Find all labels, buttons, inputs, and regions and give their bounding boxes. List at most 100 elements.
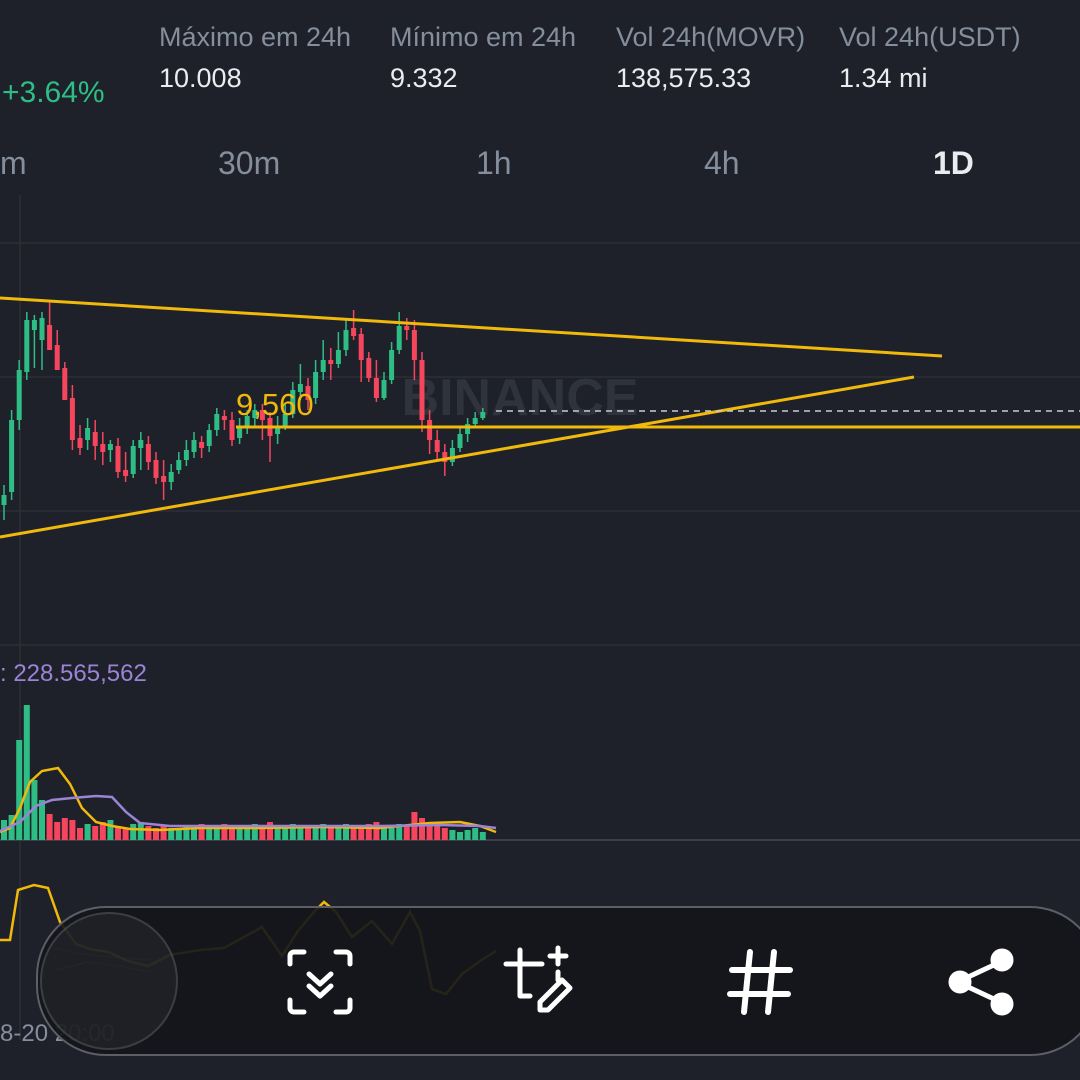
candle-body bbox=[396, 326, 402, 350]
candle-body bbox=[62, 368, 68, 400]
volume-bar bbox=[434, 826, 441, 840]
change-percent: +3.64% bbox=[2, 76, 105, 109]
candle-body bbox=[320, 360, 326, 372]
candle-body bbox=[123, 470, 129, 476]
candle-body bbox=[472, 418, 478, 424]
volume-bar bbox=[441, 828, 448, 840]
candle-body bbox=[358, 334, 364, 360]
candle-body bbox=[153, 460, 159, 478]
candle-body bbox=[130, 446, 136, 474]
candle-body bbox=[411, 330, 417, 360]
volume-bar bbox=[229, 828, 235, 840]
watermark: BINANCE bbox=[402, 369, 639, 427]
candle-body bbox=[199, 442, 205, 448]
candle-body bbox=[145, 444, 151, 462]
hashtag-button[interactable] bbox=[712, 934, 808, 1030]
candle-body bbox=[100, 444, 106, 452]
volume-bar bbox=[464, 830, 471, 840]
candle-body bbox=[183, 450, 189, 460]
volume-bars bbox=[1, 705, 486, 840]
candle-body bbox=[31, 320, 37, 330]
candle-body bbox=[275, 428, 281, 434]
candle-body bbox=[16, 370, 22, 420]
volume-indicator-label: : 228.565,562 bbox=[0, 660, 147, 687]
hashtag-icon bbox=[727, 949, 793, 1015]
volume-bar bbox=[327, 828, 334, 840]
candle-body bbox=[313, 372, 319, 398]
share-icon bbox=[948, 948, 1014, 1016]
volume-bar bbox=[84, 824, 91, 840]
candle-body bbox=[54, 345, 60, 370]
scroll-screenshot-icon bbox=[287, 949, 353, 1015]
volume-bar bbox=[472, 828, 479, 840]
candle-body bbox=[449, 448, 455, 462]
candle-body bbox=[77, 438, 83, 448]
candle-body bbox=[206, 430, 212, 446]
volume-bar bbox=[130, 824, 137, 840]
volume-bar bbox=[16, 740, 23, 840]
volume-bar bbox=[449, 830, 456, 840]
resistance-trendline[interactable] bbox=[0, 296, 943, 358]
tab-interval-1d[interactable]: 1D bbox=[933, 145, 974, 182]
candle-body bbox=[9, 420, 15, 492]
volume-bar bbox=[244, 828, 251, 840]
candle-body bbox=[366, 358, 372, 378]
volume-bar bbox=[23, 705, 30, 840]
candle-body bbox=[92, 432, 98, 446]
candle-body bbox=[214, 414, 220, 430]
candle-body bbox=[373, 378, 379, 398]
candle-body bbox=[457, 434, 463, 448]
tab-interval-1h[interactable]: 1h bbox=[476, 145, 512, 182]
candle-body bbox=[115, 446, 121, 472]
volume-bar bbox=[267, 822, 273, 840]
volume-bar bbox=[137, 822, 144, 840]
volume-bar bbox=[160, 826, 167, 840]
volume-bar bbox=[358, 828, 365, 840]
volume-bar bbox=[175, 830, 182, 840]
candle-body bbox=[328, 360, 334, 364]
candle-body bbox=[381, 380, 387, 398]
candle-body bbox=[168, 472, 174, 482]
candle-body bbox=[480, 412, 486, 418]
candle-body bbox=[419, 360, 425, 420]
tab-interval-4h[interactable]: 4h bbox=[704, 145, 740, 182]
tab-interval-m[interactable]: m bbox=[0, 145, 27, 182]
candle-body bbox=[176, 460, 182, 470]
candle-body bbox=[343, 330, 349, 350]
stat-high-value: 10.008 bbox=[159, 63, 242, 93]
candle-body bbox=[389, 350, 395, 380]
stat-vol-base-value: 138,575.33 bbox=[616, 63, 752, 93]
volume-bar bbox=[145, 826, 152, 840]
candle-body bbox=[191, 440, 197, 452]
volume-bar bbox=[457, 832, 463, 840]
candle-body bbox=[335, 350, 341, 364]
volume-bar bbox=[479, 832, 486, 840]
volume-bar bbox=[206, 828, 213, 840]
stat-high-label: Máximo em 24h bbox=[159, 22, 352, 52]
volume-bar bbox=[39, 800, 45, 840]
volume-bar bbox=[54, 822, 61, 840]
candle-body bbox=[229, 420, 235, 440]
volume-bar bbox=[69, 820, 76, 840]
share-button[interactable] bbox=[934, 934, 1030, 1030]
volume-bar bbox=[92, 826, 99, 840]
candle-body bbox=[427, 420, 433, 440]
candle-body bbox=[85, 428, 91, 440]
tab-interval-30m[interactable]: 30m bbox=[218, 145, 280, 182]
candle-body bbox=[221, 416, 227, 420]
screenshot-toolbar bbox=[36, 906, 1080, 1056]
volume-bar bbox=[282, 828, 289, 840]
stat-vol-base-label: Vol 24h(MOVR) bbox=[616, 22, 806, 52]
crop-edit-button[interactable] bbox=[492, 934, 588, 1030]
candle-body bbox=[47, 325, 53, 350]
candle-body bbox=[161, 476, 167, 482]
volume-bar bbox=[419, 818, 425, 840]
volume-bar bbox=[191, 828, 197, 840]
volume-bar bbox=[61, 818, 68, 840]
candle-body bbox=[39, 318, 45, 340]
stat-low-value: 9.332 bbox=[390, 63, 458, 93]
stat-vol-quote-value: 1.34 mi bbox=[839, 63, 928, 93]
stat-vol-quote-label: Vol 24h(USDT) bbox=[839, 22, 1021, 52]
scroll-screenshot-button[interactable] bbox=[272, 934, 368, 1030]
price-level-label: 9,560 bbox=[236, 387, 314, 422]
